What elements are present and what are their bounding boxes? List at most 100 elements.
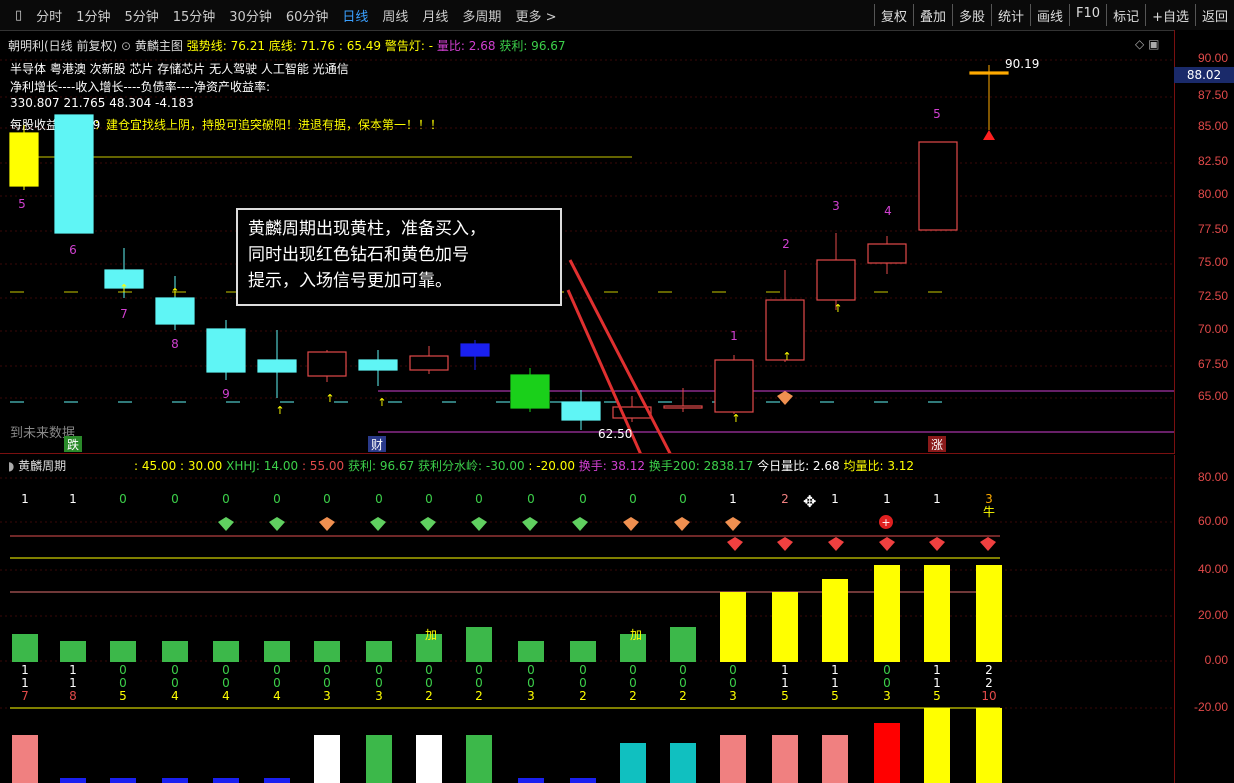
cycle-bottom-number: 10 <box>981 689 997 703</box>
cycle-top-number: 1 <box>831 492 839 506</box>
cycle-bottom-number: 2 <box>679 689 687 703</box>
signal-block <box>670 743 696 783</box>
buy-marker: ↑ <box>325 392 334 405</box>
cycle-top-number: 0 <box>171 492 179 506</box>
statistics-button[interactable]: 统计 <box>991 4 1030 26</box>
cycle-bottom-number: 4 <box>171 689 179 703</box>
tab-multi-period[interactable]: 多周期 <box>455 6 508 25</box>
cycle-bottom-number: 2 <box>629 689 637 703</box>
tab-60min[interactable]: 60分钟 <box>279 6 336 25</box>
signal-block <box>518 778 544 783</box>
candle-body <box>460 343 490 357</box>
overlay-button[interactable]: 叠加 <box>912 4 952 26</box>
candle-body <box>816 259 856 301</box>
red-up-arrow-icon <box>983 130 995 140</box>
cycle-top-number: 0 <box>475 492 483 506</box>
signal-block <box>162 778 188 783</box>
candle-count: 4 <box>884 204 892 218</box>
cycle-bar <box>874 565 900 662</box>
cycle-top-number: 0 <box>425 492 433 506</box>
cycle-bar <box>924 565 950 662</box>
cycle-bar <box>976 565 1002 662</box>
tab-more[interactable]: 更多 > <box>508 6 563 25</box>
cycle-top-number: 0 <box>375 492 383 506</box>
annotation-popup: 黄麟周期出现黄柱，准备买入， 同时出现红色钻石和黄色加号 提示，入场信号更加可靠… <box>236 208 562 306</box>
candle-body <box>307 351 347 377</box>
cycle-bar <box>264 641 290 662</box>
signal-block <box>366 735 392 783</box>
green-diamond-icon <box>370 517 386 531</box>
signal-block <box>620 743 646 783</box>
candle-body <box>54 114 94 234</box>
cycle-bar <box>12 634 38 662</box>
candle-body <box>9 132 39 187</box>
green-diamond-icon <box>471 517 487 531</box>
candle-count: 3 <box>832 199 840 213</box>
add-label: 加 <box>630 628 643 642</box>
cycle-bar <box>60 641 86 662</box>
tab-1min[interactable]: 1分钟 <box>69 6 117 25</box>
cycle-top-number: 1 <box>729 492 737 506</box>
tab-30min[interactable]: 30分钟 <box>222 6 279 25</box>
candle-count: 5 <box>18 197 26 211</box>
candle-body <box>969 71 1009 75</box>
cycle-bottom-number: 2 <box>579 689 587 703</box>
cycle-top-number: 1 <box>883 492 891 506</box>
signal-block <box>570 778 596 783</box>
f10-button[interactable]: F10 <box>1069 4 1106 26</box>
main-axis-tick: 87.50 <box>1197 88 1228 102</box>
candle-body <box>561 401 601 421</box>
red-diamond-icon <box>777 537 793 551</box>
candle-body <box>918 141 958 231</box>
green-diamond-icon <box>572 517 588 531</box>
cycle-top-number: 0 <box>273 492 281 506</box>
buy-marker: ↑ <box>377 396 386 409</box>
buy-marker: ↑ <box>782 350 791 363</box>
green-diamond-icon <box>420 517 436 531</box>
signal-block <box>874 723 900 783</box>
tab-monthly[interactable]: 月线 <box>415 6 455 25</box>
mark-button[interactable]: 标记 <box>1106 4 1145 26</box>
signal-block <box>976 708 1002 783</box>
candle-count: 9 <box>222 387 230 401</box>
signal-block <box>466 735 492 783</box>
main-axis-tick: 70.00 <box>1197 322 1228 336</box>
panel-divider <box>0 453 1174 454</box>
signal-block <box>110 778 136 783</box>
cycle-top-number: 1 <box>933 492 941 506</box>
tab-15min[interactable]: 15分钟 <box>166 6 223 25</box>
tab-weekly[interactable]: 周线 <box>375 6 415 25</box>
tab-daily[interactable]: 日线 <box>335 6 375 25</box>
candle-body <box>206 328 246 373</box>
signal-block <box>416 735 442 783</box>
orange-diamond-icon <box>674 517 690 531</box>
fall-marker[interactable]: 跌 <box>64 436 82 452</box>
signal-block <box>264 778 290 783</box>
cycle-bottom-number: 3 <box>527 689 535 703</box>
main-chart[interactable]: 5 6 7 8 9 1 2 3 4 5 ↑ ↑ ↑ ↑ ↑ ↑ ↑ ↑ <box>0 30 1174 454</box>
candle-body <box>663 405 703 409</box>
period-tabs: ▯ 分时 1分钟 5分钟 15分钟 30分钟 60分钟 日线 周线 月线 多周期… <box>8 0 563 30</box>
toolbar-menu-icon[interactable]: ▯ <box>8 8 29 23</box>
cycle-bar <box>822 579 848 662</box>
cycle-bar <box>772 592 798 662</box>
min-price-label: 62.50 <box>598 427 633 441</box>
cycle-bottom-number: 4 <box>273 689 281 703</box>
tab-fenshi[interactable]: 分时 <box>29 6 69 25</box>
candle-count: 8 <box>171 337 179 351</box>
rise-marker[interactable]: 涨 <box>928 436 946 452</box>
cycle-bar <box>518 641 544 662</box>
add-favorite-button[interactable]: +自选 <box>1145 4 1195 26</box>
finance-marker[interactable]: 财 <box>368 436 386 452</box>
restore-rights-button[interactable]: 复权 <box>873 4 913 26</box>
tab-5min[interactable]: 5分钟 <box>117 6 165 25</box>
orange-diamond-icon <box>777 391 793 405</box>
sub-axis-tick: 0.00 <box>1204 653 1228 667</box>
add-label: 加 <box>425 628 438 642</box>
orange-diamond-icon <box>319 517 335 531</box>
cycle-bar <box>570 641 596 662</box>
signal-block <box>924 708 950 783</box>
multi-stock-button[interactable]: 多股 <box>951 4 991 26</box>
back-button[interactable]: 返回 <box>1194 4 1234 26</box>
draw-line-button[interactable]: 画线 <box>1030 4 1069 26</box>
